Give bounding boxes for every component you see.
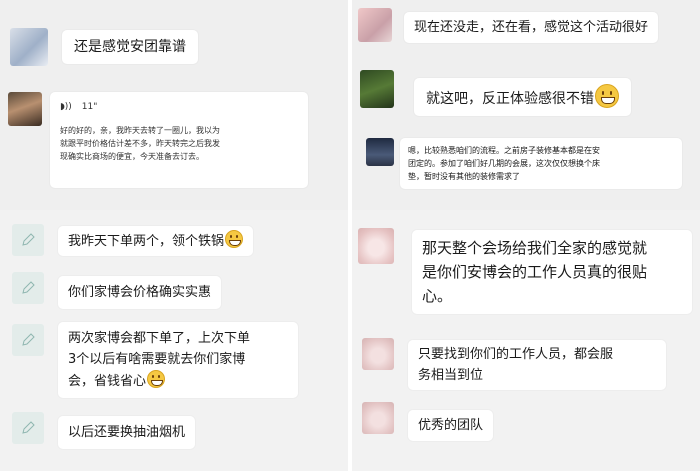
- grin-emoji-icon: [147, 370, 166, 388]
- message-text: 两次家博会都下单了，上次下单: [68, 331, 251, 346]
- avatar[interactable]: [362, 338, 394, 370]
- message-text: 现在还没走，还在看，感觉这个活动很好: [414, 20, 649, 35]
- message-text: 我昨天下单两个，领个铁锅: [68, 234, 225, 249]
- chat-panel-left-bottom: 我昨天下单两个，领个铁锅 你们家博会价格确实实惠 两次家博会都下单了，上次下单 …: [0, 210, 348, 471]
- voice-transcript-line: 好的好的，亲，我昨天去转了一圈儿，我以为: [60, 126, 220, 135]
- grin-emoji-icon: [225, 230, 244, 248]
- message-text: 还是感觉安团靠谱: [74, 39, 186, 55]
- avatar[interactable]: [358, 8, 392, 42]
- message-text: 3个以后有啥需要就去你们家博: [68, 352, 246, 367]
- voice-transcript-card[interactable]: ◗)) 11" 好的好的，亲，我昨天去转了一圈儿，我以为 就跟平时价格估计差不多…: [50, 92, 308, 188]
- pencil-icon: [22, 233, 35, 246]
- message-bubble[interactable]: 那天整个会场给我们全家的感觉就 是你们安博会的工作人员真的很贴 心。: [412, 230, 692, 314]
- avatar[interactable]: [366, 138, 394, 166]
- avatar[interactable]: [12, 272, 44, 304]
- message-text: 就这吧，反正体验感很不错: [426, 91, 594, 107]
- avatar[interactable]: [12, 324, 44, 356]
- sound-wave-icon: ◗)): [60, 102, 72, 112]
- voice-transcript-line: 现确实比商场的便宜，今天准备去订去。: [60, 152, 204, 161]
- message-text: 心。: [422, 287, 453, 305]
- message-bubble[interactable]: 你们家博会价格确实实惠: [58, 276, 222, 309]
- message-bubble[interactable]: 还是感觉安团靠谱: [62, 30, 198, 64]
- avatar[interactable]: [12, 412, 44, 444]
- pencil-icon: [22, 281, 35, 294]
- message-bubble[interactable]: 优秀的团队: [408, 410, 494, 441]
- message-text: 务相当到位: [418, 368, 484, 383]
- message-text: 优秀的团队: [418, 418, 484, 433]
- message-bubble[interactable]: 现在还没走，还在看，感觉这个活动很好: [404, 12, 659, 43]
- message-text: 是你们安博会的工作人员真的很贴: [422, 263, 648, 281]
- message-bubble[interactable]: 只要找到你们的工作人员，都会服 务相当到位: [408, 340, 666, 390]
- message-text: 以后还要换抽油烟机: [68, 425, 186, 440]
- avatar[interactable]: [10, 28, 48, 66]
- avatar[interactable]: [12, 224, 44, 256]
- chat-panel-left-top: 还是感觉安团靠谱 ◗)) 11" 好的好的，亲，我昨天去转了一圈儿，我以为 就跟…: [0, 0, 348, 210]
- message-bubble[interactable]: 以后还要换抽油烟机: [58, 416, 196, 449]
- message-text: 只要找到你们的工作人员，都会服: [418, 347, 614, 362]
- avatar[interactable]: [360, 70, 394, 108]
- message-bubble[interactable]: 就这吧，反正体验感很不错: [414, 78, 631, 116]
- avatar[interactable]: [358, 228, 394, 264]
- chat-panel-right-bottom: 那天整个会场给我们全家的感觉就 是你们安博会的工作人员真的很贴 心。 只要找到你…: [352, 210, 700, 471]
- chat-panel-right-top: 现在还没走，还在看，感觉这个活动很好 就这吧，反正体验感很不错 嗯，比较熟悉咱们…: [352, 0, 700, 210]
- voice-duration: 11": [81, 101, 98, 112]
- message-text: 你们家博会价格确实实惠: [68, 285, 212, 300]
- message-text: 垫，暂时没有其他的装修需求了: [408, 172, 520, 181]
- avatar[interactable]: [362, 402, 394, 434]
- pencil-icon: [22, 421, 35, 434]
- message-text: 那天整个会场给我们全家的感觉就: [422, 239, 648, 257]
- message-bubble[interactable]: 我昨天下单两个，领个铁锅: [58, 226, 254, 256]
- message-text: 嗯，比较熟悉咱们的流程。之前房子装修基本都是在安: [408, 146, 600, 155]
- message-text: 会，省钱省心: [68, 374, 147, 389]
- message-bubble[interactable]: 嗯，比较熟悉咱们的流程。之前房子装修基本都是在安 团定的。参加了咱们好几期的会展…: [400, 138, 682, 189]
- avatar[interactable]: [8, 92, 42, 126]
- message-bubble[interactable]: 两次家博会都下单了，上次下单 3个以后有啥需要就去你们家博 会，省钱省心: [58, 322, 298, 398]
- grin-emoji-icon: [595, 84, 619, 108]
- voice-transcript-line: 就跟平时价格估计差不多，昨天转完之后我发: [60, 139, 220, 148]
- message-text: 团定的。参加了咱们好几期的会展，这次仅仅想换个床: [408, 159, 600, 168]
- pencil-icon: [22, 333, 35, 346]
